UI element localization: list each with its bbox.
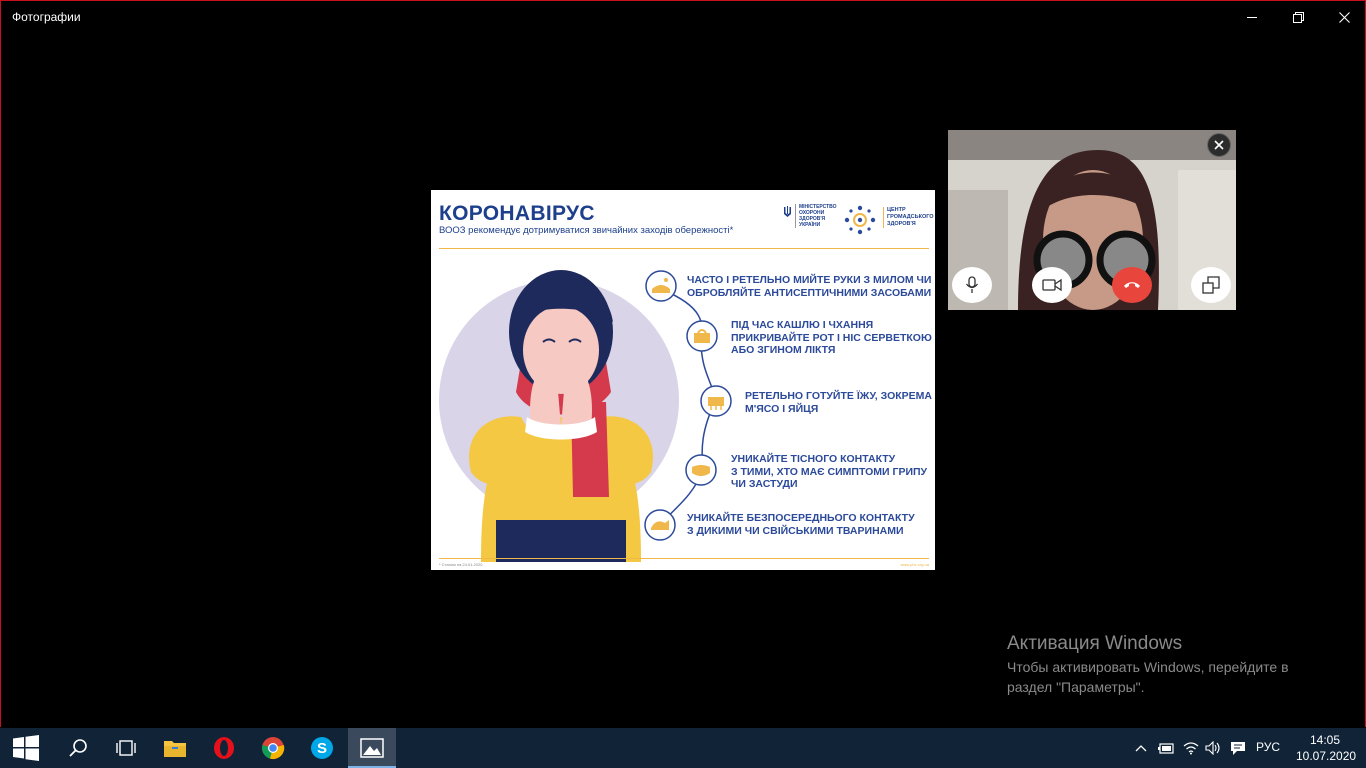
- chevron-up-icon: [1135, 745, 1147, 752]
- camera-button[interactable]: [1032, 267, 1072, 303]
- tip-avoid-sick: УНИКАЙТЕ ТІСНОГО КОНТАКТУ З ТИМИ, ХТО МА…: [731, 453, 927, 491]
- tip-cover-cough: ПІД ЧАС КАШЛЮ І ЧХАННЯ ПРИКРИВАЙТЕ РОТ І…: [731, 319, 932, 357]
- search-button[interactable]: [54, 728, 102, 768]
- show-hidden-icons-button[interactable]: [1132, 728, 1150, 768]
- speaker-icon: [1205, 741, 1220, 755]
- coronavirus-poster: КОРОНАВІРУС ВООЗ рекомендує дотримуватис…: [431, 190, 935, 570]
- minimize-button[interactable]: [1229, 1, 1275, 33]
- file-explorer-icon: [164, 741, 186, 757]
- app-title: Фотографии: [12, 10, 81, 24]
- start-icon: [13, 735, 39, 761]
- close-icon: [1338, 11, 1350, 23]
- skype-button[interactable]: S: [298, 728, 346, 768]
- animal-contact-icon: [644, 509, 676, 541]
- tip-line: М'ЯСО І ЯЙЦЯ: [745, 402, 819, 415]
- system-clock[interactable]: 14:05 10.07.2020: [1296, 732, 1357, 764]
- activation-line: Чтобы активировать Windows, перейдите в: [1007, 659, 1289, 675]
- tip-line: З ТИМИ, ХТО МАЄ СИМПТОМИ ГРИПУ: [731, 465, 928, 478]
- close-icon: [1214, 140, 1224, 150]
- network-tray-button[interactable]: [1181, 728, 1201, 768]
- camera-icon: [1042, 278, 1062, 292]
- power-tray-button[interactable]: [1156, 728, 1176, 768]
- tip-line: АБО ЗГИНОМ ЛІКТЯ: [731, 344, 836, 356]
- close-video-button[interactable]: [1207, 133, 1231, 157]
- chrome-button[interactable]: [249, 728, 297, 768]
- tip-line: ПІД ЧАС КАШЛЮ І ЧХАННЯ: [731, 319, 874, 331]
- phc-logo-line: ЦЕНТР: [887, 207, 906, 213]
- clock-date: 10.07.2020: [1296, 749, 1357, 763]
- svg-text:S: S: [317, 740, 327, 757]
- photos-icon: [360, 738, 384, 758]
- tip-cook-food: РЕТЕЛЬНО ГОТУЙТЕ ЇЖУ, ЗОКРЕМА М'ЯСО І ЯЙ…: [745, 390, 932, 415]
- restore-icon: [1292, 11, 1304, 23]
- taskbar: S РУС 14:05 10.07.2020: [0, 728, 1366, 768]
- trident-icon: [784, 206, 791, 217]
- poster-divider: [439, 248, 929, 249]
- file-explorer-button[interactable]: [151, 728, 199, 768]
- activation-watermark-text: Чтобы активировать Windows, перейдите в …: [1007, 657, 1327, 697]
- skype-icon: S: [311, 737, 333, 759]
- search-icon: [69, 739, 87, 757]
- close-button[interactable]: [1321, 1, 1366, 33]
- hang-up-button[interactable]: [1112, 267, 1152, 303]
- phc-emblem-icon: [844, 205, 876, 235]
- volume-tray-button[interactable]: [1203, 728, 1223, 768]
- opera-button[interactable]: [200, 728, 248, 768]
- cooking-pot-icon: [700, 385, 732, 417]
- input-language-indicator[interactable]: РУС: [1256, 740, 1280, 754]
- tip-line: УНИКАЙТЕ ТІСНОГО КОНТАКТУ: [731, 453, 896, 465]
- microphone-button[interactable]: [952, 267, 992, 303]
- wifi-icon: [1183, 742, 1199, 755]
- tip-line: РЕТЕЛЬНО ГОТУЙТЕ ЇЖУ, ЗОКРЕМА: [745, 390, 932, 402]
- clock-time: 14:05: [1309, 733, 1341, 747]
- task-view-icon: [116, 740, 136, 756]
- switch-view-icon: [1202, 276, 1220, 294]
- tip-avoid-animals: УНИКАЙТЕ БЕЗПОСЕРЕДНЬОГО КОНТАКТУ З ДИКИ…: [687, 512, 915, 537]
- battery-plug-icon: [1158, 743, 1174, 754]
- task-view-button[interactable]: [102, 728, 150, 768]
- chrome-icon: [262, 737, 285, 760]
- hand-washing-icon: [645, 270, 677, 302]
- poster-website: www.phc.org.ua: [900, 562, 929, 567]
- activation-line: раздел "Параметры".: [1007, 679, 1145, 695]
- hang-up-icon: [1124, 282, 1140, 288]
- poster-title: КОРОНАВІРУС: [439, 202, 595, 225]
- notifications-tray-button[interactable]: [1228, 728, 1248, 768]
- face-mask-icon: [685, 454, 717, 486]
- poster-footnote: * Станом на 24.01.2020: [439, 562, 483, 567]
- restore-button[interactable]: [1275, 1, 1321, 33]
- poster-subtitle: ВООЗ рекомендує дотримуватися звичайних …: [439, 225, 734, 236]
- minimize-icon: [1247, 17, 1257, 18]
- start-button[interactable]: [2, 728, 50, 768]
- poster-footer-divider: [439, 558, 929, 559]
- tissue-box-icon: [686, 320, 718, 352]
- tip-line: З ДИКИМИ ЧИ СВІЙСЬКИМИ ТВАРИНАМИ: [687, 524, 904, 537]
- ministry-logo-line: УКРАЇНИ: [799, 222, 821, 228]
- opera-icon: [214, 737, 234, 759]
- tip-line: ПРИКРИВАЙТЕ РОТ І НІС СЕРВЕТКОЮ: [731, 331, 932, 344]
- switch-view-button[interactable]: [1191, 267, 1231, 303]
- tip-line: ОБРОБЛЯЙТЕ АНТИСЕПТИЧНИМИ ЗАСОБАМИ: [687, 286, 932, 299]
- public-health-center-logo: ЦЕНТР ГРОМАДСЬКОГО ЗДОРОВ'Я: [843, 204, 934, 236]
- tip-line: ЧИ ЗАСТУДИ: [731, 478, 798, 490]
- microphone-icon: [965, 276, 979, 293]
- phc-logo-line: ЗДОРОВ'Я: [887, 221, 916, 227]
- phc-logo-line: ГРОМАДСЬКОГО: [887, 214, 934, 220]
- photos-button[interactable]: [348, 728, 396, 768]
- title-bar[interactable]: Фотографии: [1, 1, 1365, 33]
- tip-wash-hands: ЧАСТО І РЕТЕЛЬНО МИЙТЕ РУКИ З МИЛОМ ЧИ О…: [687, 274, 931, 299]
- activation-watermark-title: Активация Windows: [1007, 633, 1183, 654]
- tip-line: УНИКАЙТЕ БЕЗПОСЕРЕДНЬОГО КОНТАКТУ: [687, 512, 915, 524]
- chat-bubble-icon: [1231, 741, 1245, 755]
- tip-line: ЧАСТО І РЕТЕЛЬНО МИЙТЕ РУКИ З МИЛОМ ЧИ: [687, 274, 932, 286]
